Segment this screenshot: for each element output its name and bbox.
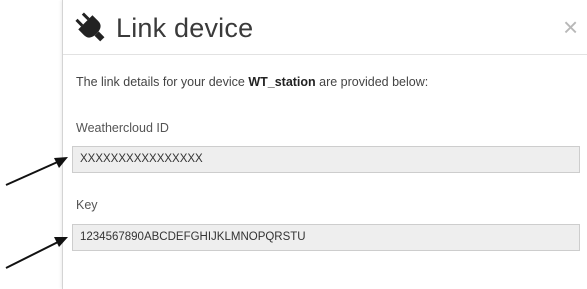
arrow-icon	[5, 237, 68, 269]
intro-suffix: are provided below:	[315, 75, 429, 89]
weathercloud-id-label: Weathercloud ID	[76, 121, 169, 135]
close-icon[interactable]: ×	[563, 14, 583, 40]
dialog-header: Link device ×	[63, 0, 587, 55]
key-field[interactable]: 1234567890ABCDEFGHIJKLMNOPQRSTU	[72, 224, 580, 251]
annotation-arrows	[5, 157, 68, 269]
weathercloud-id-field[interactable]: XXXXXXXXXXXXXXXX	[72, 146, 580, 173]
intro-text: The link details for your device WT_stat…	[76, 75, 428, 89]
device-name: WT_station	[248, 75, 316, 89]
intro-prefix: The link details for your device	[76, 75, 249, 89]
link-device-dialog: Link device × The link details for your …	[62, 0, 587, 289]
dialog-title: Link device	[116, 13, 254, 43]
arrow-icon	[5, 157, 68, 186]
